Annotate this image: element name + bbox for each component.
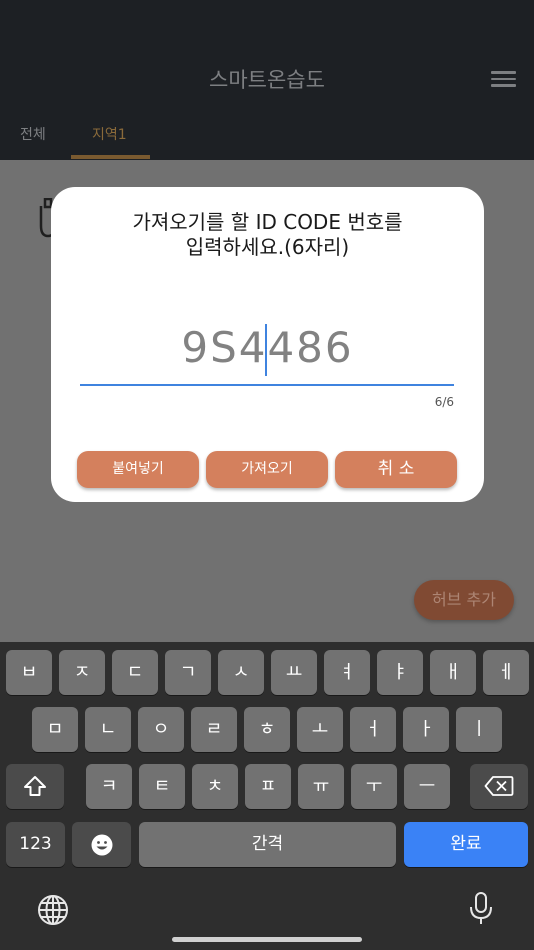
key-ae[interactable]: ㅐ — [430, 650, 476, 695]
microphone-icon[interactable] — [468, 892, 494, 926]
key-u[interactable]: ㅜ — [351, 764, 397, 809]
app-header: 스마트온습도 전체 지역1 — [0, 0, 534, 160]
numbers-key[interactable]: 123 — [6, 822, 65, 867]
key-ieung[interactable]: ㅇ — [138, 707, 184, 752]
key-digeut[interactable]: ㄷ — [112, 650, 158, 695]
key-i[interactable]: ㅣ — [456, 707, 502, 752]
shift-key[interactable] — [6, 764, 64, 809]
add-hub-button[interactable]: 허브 추가 — [414, 580, 514, 620]
home-indicator — [172, 937, 362, 942]
dialog-message: 가져오기를 할 ID CODE 번호를 입력하세요.(6자리) — [51, 210, 484, 260]
paste-button[interactable]: 붙여넣기 — [77, 451, 199, 488]
key-yo[interactable]: ㅛ — [271, 650, 317, 695]
key-mieum[interactable]: ㅁ — [32, 707, 78, 752]
key-pieup[interactable]: ㅍ — [245, 764, 291, 809]
key-nieun[interactable]: ㄴ — [85, 707, 131, 752]
key-yu[interactable]: ㅠ — [298, 764, 344, 809]
dialog-message-line1: 가져오기를 할 ID CODE 번호를 — [132, 210, 403, 234]
dialog-message-line2: 입력하세요.(6자리) — [185, 235, 350, 259]
key-bieup[interactable]: ㅂ — [6, 650, 52, 695]
text-cursor — [265, 324, 267, 376]
key-o[interactable]: ㅗ — [297, 707, 343, 752]
key-giyeok[interactable]: ㄱ — [165, 650, 211, 695]
space-key[interactable]: 간격 — [139, 822, 396, 867]
key-hieut[interactable]: ㅎ — [244, 707, 290, 752]
emoji-key[interactable] — [72, 822, 131, 867]
key-e[interactable]: ㅔ — [483, 650, 529, 695]
globe-icon[interactable] — [37, 894, 69, 926]
import-code-dialog: 가져오기를 할 ID CODE 번호를 입력하세요.(6자리) 9S4486 6… — [51, 187, 484, 502]
cancel-button[interactable]: 취 소 — [335, 451, 457, 488]
character-counter: 6/6 — [434, 395, 454, 409]
emoji-icon — [91, 834, 112, 856]
tab-region1[interactable]: 지역1 — [92, 124, 127, 144]
key-a[interactable]: ㅏ — [403, 707, 449, 752]
key-eu[interactable]: ㅡ — [404, 764, 450, 809]
input-underline — [80, 384, 454, 386]
key-rieul[interactable]: ㄹ — [191, 707, 237, 752]
key-tieut[interactable]: ㅌ — [139, 764, 185, 809]
key-jieut[interactable]: ㅈ — [59, 650, 105, 695]
active-tab-indicator — [71, 155, 150, 159]
backspace-key[interactable] — [470, 764, 528, 809]
key-siot[interactable]: ㅅ — [218, 650, 264, 695]
key-kieuk[interactable]: ㅋ — [86, 764, 132, 809]
key-ya[interactable]: ㅑ — [377, 650, 423, 695]
backspace-icon — [484, 776, 514, 796]
key-yeo[interactable]: ㅕ — [324, 650, 370, 695]
done-key[interactable]: 완료 — [404, 822, 528, 867]
import-button[interactable]: 가져오기 — [206, 451, 328, 488]
tab-all[interactable]: 전체 — [20, 124, 46, 144]
hamburger-menu-icon[interactable] — [491, 71, 517, 87]
id-code-input[interactable]: 9S4486 — [51, 323, 484, 372]
key-chieut[interactable]: ㅊ — [192, 764, 238, 809]
shift-icon — [24, 776, 46, 796]
key-eo[interactable]: ㅓ — [350, 707, 396, 752]
app-title: 스마트온습도 — [209, 68, 325, 92]
